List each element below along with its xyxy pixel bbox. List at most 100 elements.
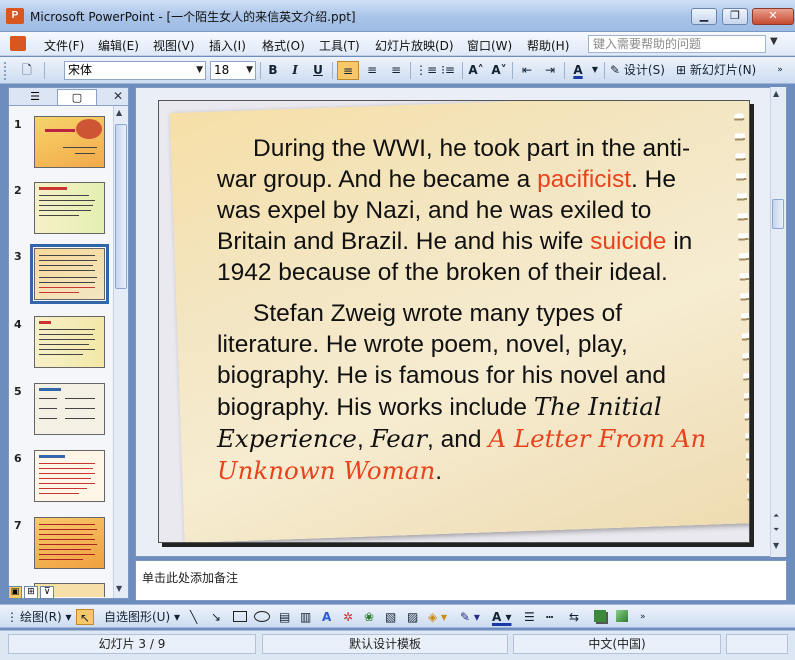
slide-thumbnail[interactable] [34,517,105,569]
bold-button[interactable]: B [264,61,282,80]
increase-font-size-icon[interactable]: A˄ [466,61,486,80]
slideshow-view-icon[interactable]: ⊽ [40,586,54,599]
draw-menu-button[interactable]: 绘图(R) ▾ [20,609,72,625]
status-spare-cell [726,634,788,654]
align-right-icon[interactable]: ≡ [386,61,406,80]
font-color-icon[interactable]: A [568,61,588,80]
chevron-down-icon: ▼ [196,65,203,75]
slide-thumbnail-selected[interactable] [30,244,109,304]
picture-icon[interactable]: ▨ [407,609,418,625]
autoshapes-menu-button[interactable]: 自选图形(U) ▾ [104,609,180,625]
underline-button[interactable]: U [309,61,327,80]
fill-color-icon[interactable]: ◈ ▾ [428,609,447,625]
notes-pane[interactable]: 单击此处添加备注 [135,560,787,601]
new-slide-button[interactable]: ⊞ 新幻灯片(N) [676,61,768,80]
menu-insert[interactable]: 插入(I) [209,37,246,54]
menu-slideshow[interactable]: 幻灯片放映(D) [375,37,454,54]
font-name-select[interactable]: 宋体 ▼ [64,61,206,80]
slide-thumbnail-row[interactable]: 5 [9,383,114,439]
select-pointer-icon[interactable]: ↖ [76,609,94,625]
menu-file[interactable]: 文件(F) [44,37,84,54]
numbered-list-icon[interactable]: ⋮≡ [415,61,437,80]
slide-number: 2 [14,184,22,197]
wordart-icon[interactable]: A [322,609,331,625]
decrease-indent-icon[interactable]: ⇤ [517,61,537,80]
line-icon[interactable]: ╲ [190,609,197,625]
rectangle-icon[interactable] [233,611,247,622]
scrollbar-thumb[interactable] [115,124,127,289]
menu-edit[interactable]: 编辑(E) [98,37,139,54]
chevron-down-icon[interactable]: ▼ [590,61,600,80]
status-design-template: 默认设计模板 [262,634,508,654]
insert-picture-icon[interactable]: ▧ [385,609,396,625]
decrease-font-size-icon[interactable]: A˅ [489,61,509,80]
arrow-icon[interactable]: ↘ [211,609,221,625]
document-icon[interactable] [10,36,26,51]
toolbar-options-icon[interactable]: » [640,609,646,625]
toolbar-grip[interactable] [4,62,8,80]
menu-format[interactable]: 格式(O) [262,37,305,54]
arrow-style-icon[interactable]: ⇆ [569,609,579,625]
slide-thumbnail[interactable] [34,316,105,368]
slide-thumbnail-row[interactable]: 7 [9,517,114,573]
maximize-button[interactable]: ❐ [722,8,748,25]
help-search-input[interactable]: 键入需要帮助的问题 [588,35,766,53]
scroll-down-arrow-icon[interactable]: ▼ [116,584,122,593]
slide-thumbnail-row[interactable]: 1 [9,116,114,172]
align-left-icon[interactable]: ≡ [337,61,359,80]
textbox-icon[interactable]: ▤ [279,609,290,625]
slide-thumbnail[interactable] [34,450,105,502]
slide-thumbnail[interactable] [34,383,105,435]
menu-help[interactable]: 帮助(H) [527,37,569,54]
design-button[interactable]: ✎ 设计(S) [610,61,670,80]
slide-body-textbox[interactable]: During the WWI, he took part in the anti… [217,133,717,497]
previous-slide-icon[interactable]: ⏶ [773,511,779,521]
slides-tab-icon[interactable]: ▢ [57,89,97,105]
current-slide[interactable]: During the WWI, he took part in the anti… [158,100,750,543]
slide-thumbnail-row[interactable]: 2 [9,182,114,238]
italic-button[interactable]: I [286,61,304,80]
next-slide-icon[interactable]: ⏷ [773,525,779,535]
slide-thumbnail-row[interactable]: 6 [9,450,114,506]
minimize-button[interactable]: ▁ [691,8,717,25]
thumbnails-scrollbar[interactable]: ▲ ▼ [113,106,128,598]
outline-tab-icon[interactable]: ☰ [15,89,55,105]
slide-thumbnail-row[interactable]: 3 [9,244,114,304]
scrollbar-thumb[interactable] [772,199,784,229]
oval-icon[interactable] [254,611,270,622]
close-button[interactable]: ✕ [752,8,794,25]
slide-thumbnail[interactable] [34,116,105,168]
normal-view-icon[interactable]: ▣ [8,586,22,599]
menu-window[interactable]: 窗口(W) [467,37,512,54]
vertical-textbox-icon[interactable]: ▥ [300,609,311,625]
new-document-icon[interactable]: 🗋 [16,61,38,80]
scroll-up-arrow-icon[interactable]: ▲ [773,89,779,98]
chevron-down-icon[interactable]: ▼ [770,36,778,47]
powerpoint-app-icon[interactable]: P [6,8,24,24]
slides-pane: ☰ ▢ ✕ 1 2 3 4 5 6 7 ▲ ▼ [8,87,129,599]
scroll-down-arrow-icon[interactable]: ▼ [773,541,779,550]
scroll-up-arrow-icon[interactable]: ▲ [116,108,122,117]
slide-thumbnail-row[interactable]: 4 [9,316,114,372]
line-color-icon[interactable]: ✎ ▾ [460,609,480,625]
line-style-icon[interactable]: ☰ [524,609,535,625]
menu-view[interactable]: 视图(V) [153,37,195,54]
toolbar-grip[interactable]: ⋮ [6,609,18,625]
align-center-icon[interactable]: ≡ [362,61,382,80]
close-pane-icon[interactable]: ✕ [113,89,123,103]
font-color-icon[interactable]: A ▾ [492,609,512,625]
shadow-style-icon[interactable] [594,610,606,622]
slide-thumbnail[interactable] [34,182,105,234]
diagram-icon[interactable]: ✲ [343,609,353,625]
menu-tools[interactable]: 工具(T) [319,37,360,54]
slide-scrollbar[interactable]: ▲ ⏶ ⏷ ▼ [770,87,786,557]
increase-indent-icon[interactable]: ⇥ [540,61,560,80]
bullet-list-icon[interactable]: ⁝≡ [438,61,458,80]
toolbar-options-icon[interactable]: » [772,61,788,80]
dash-style-icon[interactable]: ┅ [546,609,553,625]
3d-style-icon[interactable] [616,610,628,622]
slide-sorter-view-icon[interactable]: ⊞ [24,586,38,599]
font-size-select[interactable]: 18 ▼ [210,61,256,80]
toolbar-separator [44,62,45,79]
clipart-icon[interactable]: ❀ [364,609,374,625]
